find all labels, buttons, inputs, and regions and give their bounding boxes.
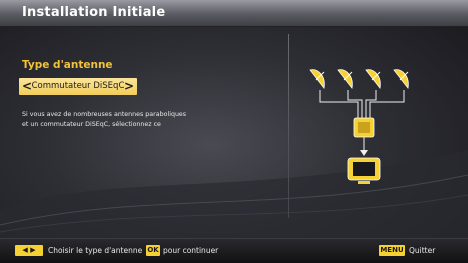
description-line-2: et un commutateur DiSEqC, sélectionnez c…	[22, 121, 161, 128]
page-title: Installation Initiale	[22, 5, 166, 20]
diseqc-switch-icon	[353, 117, 375, 138]
footer-hint-quit: Quitter	[409, 246, 436, 255]
installation-screen: Installation Initiale Type d'antenne < C…	[0, 0, 468, 263]
satellite-dish-icon	[393, 69, 409, 89]
antenna-type-selector[interactable]: < Commutateur DiSEqC >	[19, 78, 137, 95]
satellite-dish-icon	[337, 69, 353, 89]
footer-bar: ◀ ▶ Choisir le type d'antenne OK pour co…	[0, 238, 468, 263]
panel-divider	[288, 34, 289, 218]
title-bar: Installation Initiale	[0, 0, 468, 27]
arrow-down-icon	[360, 150, 368, 156]
left-right-keys-icon: ◀ ▶	[15, 245, 43, 256]
menu-key-icon: MENU	[379, 245, 405, 256]
footer-hint-continue: pour continuer	[163, 246, 219, 255]
diseqc-diagram	[309, 69, 409, 184]
satellite-dish-icon	[365, 69, 381, 89]
antenna-description: Si vous avez de nombreuses antennes para…	[22, 110, 222, 130]
description-line-1: Si vous avez de nombreuses antennes para…	[22, 111, 187, 118]
satellite-dish-icon	[309, 69, 325, 89]
antenna-type-label: Type d'antenne	[22, 59, 113, 71]
tv-icon	[347, 157, 381, 184]
footer-hint-choose: Choisir le type d'antenne	[48, 246, 143, 255]
chevron-right-icon[interactable]: >	[124, 79, 134, 94]
ok-key-icon: OK	[146, 245, 160, 256]
antenna-type-value: Commutateur DiSEqC	[31, 81, 125, 91]
